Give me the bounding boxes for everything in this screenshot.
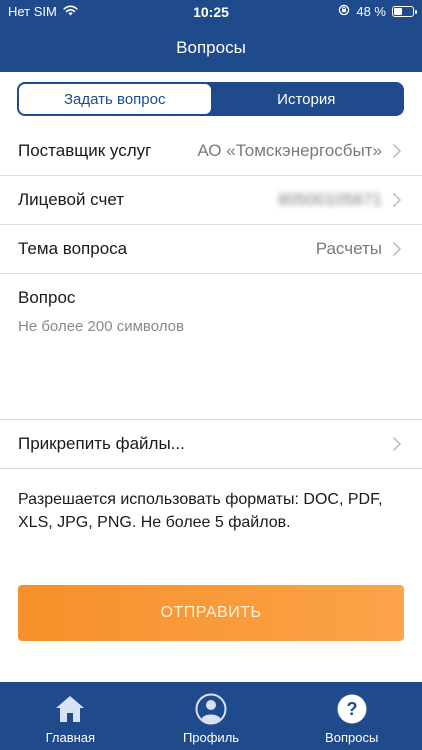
attach-files-label: Прикрепить файлы... [18,434,185,453]
submit-button[interactable]: ОТПРАВИТЬ [18,585,404,641]
provider-value: АО «Томскэнергосбыт» [197,141,382,160]
profile-icon [194,692,228,726]
segmented-control: Задать вопрос История [17,82,404,116]
chevron-right-icon [390,193,404,207]
tabbar-item-home[interactable]: Главная [0,682,141,750]
account-row[interactable]: Лицевой счет 80500105671 [0,176,422,225]
account-label: Лицевой счет [18,190,125,209]
question-icon: ? [335,692,369,726]
status-bar: Нет SIM 10:25 48 % [0,0,422,24]
chevron-right-icon [390,437,404,451]
home-icon [53,692,87,726]
svg-text:?: ? [346,699,357,719]
provider-row[interactable]: Поставщик услуг АО «Томскэнергосбыт» [0,127,422,176]
account-value: 80500105671 [277,190,382,209]
allowed-formats-info: Разрешается использовать форматы: DOC, P… [18,491,383,531]
question-label: Вопрос [18,288,76,307]
provider-label: Поставщик услуг [18,141,152,160]
tab-ask-question[interactable]: Задать вопрос [19,84,211,114]
tabbar-item-questions[interactable]: ? Вопросы [281,682,422,750]
chevron-right-icon [390,242,404,256]
tabbar-item-profile[interactable]: Профиль [141,682,282,750]
tabbar-home-label: Главная [45,730,96,745]
battery-fill [394,8,403,15]
page-title: Вопросы [176,38,246,57]
question-block: Вопрос [0,274,422,420]
topic-label: Тема вопроса [18,239,128,258]
tabbar-profile-label: Профиль [182,730,240,745]
tab-history[interactable]: История [211,84,403,114]
attach-files-row[interactable]: Прикрепить файлы... [0,420,422,469]
app-header: Нет SIM 10:25 48 % Вопросы [0,0,422,72]
orientation-lock-icon [338,4,350,19]
battery-icon [392,6,417,17]
topic-value: Расчеты [315,239,382,258]
bottom-tab-bar: Главная Профиль ? Вопросы [0,682,422,750]
tabbar-questions-label: Вопросы [325,730,379,745]
question-input[interactable] [18,318,404,408]
chevron-right-icon [390,144,404,158]
battery-percent: 48 % [356,4,386,19]
topic-row[interactable]: Тема вопроса Расчеты [0,225,422,274]
